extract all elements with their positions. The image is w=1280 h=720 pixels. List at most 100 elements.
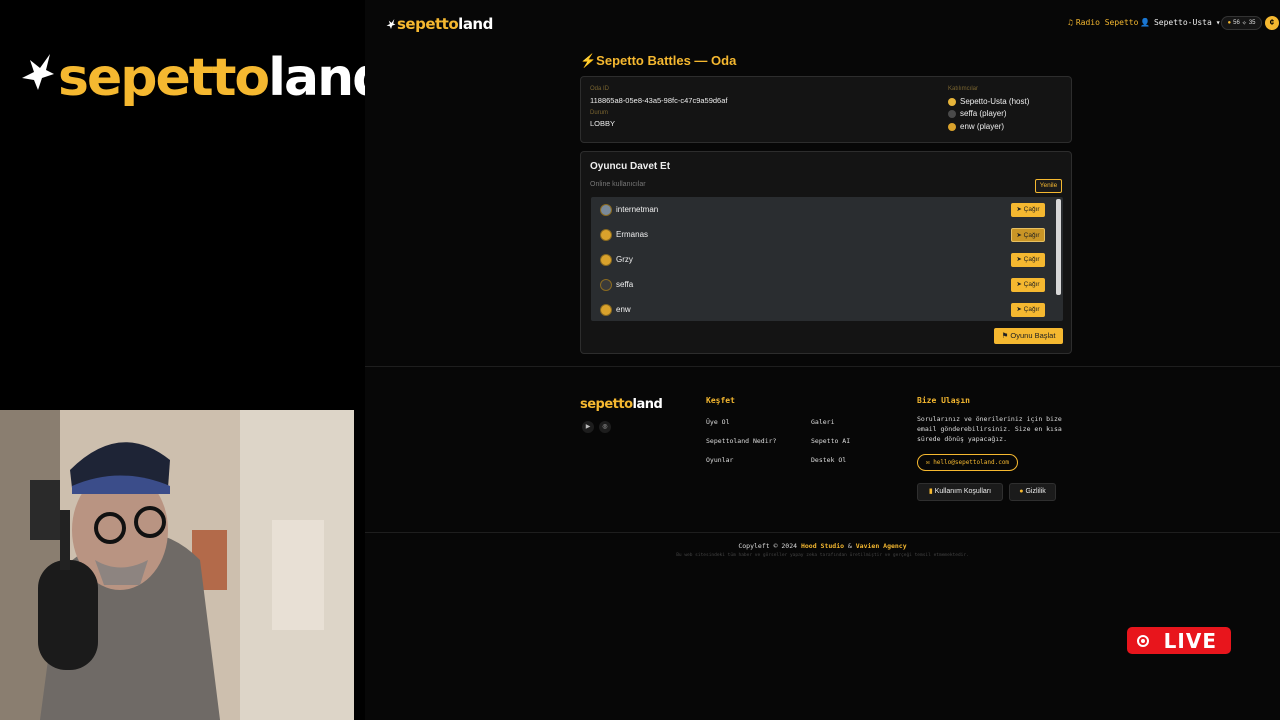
footer-logo[interactable]: sepettoland bbox=[580, 397, 663, 412]
footer-logo-yellow: sepetto bbox=[580, 397, 633, 412]
footer-link-support[interactable]: Destek Ol bbox=[811, 456, 846, 464]
privacy-button[interactable]: ● Gizlilik bbox=[1009, 483, 1056, 501]
room-id-label: Oda ID bbox=[590, 86, 610, 92]
radio-link[interactable]: ♫ Radio Sepetto bbox=[1068, 18, 1138, 27]
email-link[interactable]: ✉ hello@sepettoland.com bbox=[917, 454, 1018, 471]
invite-button-label: Çağır bbox=[1023, 206, 1040, 213]
live-label: LIVE bbox=[1163, 628, 1217, 653]
list-item: Ermanas ➤ Çağır bbox=[591, 222, 1055, 247]
invite-button-label: Çağır bbox=[1023, 281, 1040, 288]
star-icon: ✧ bbox=[1241, 20, 1247, 27]
participant-item: enw (player) bbox=[948, 122, 1004, 131]
avatar bbox=[600, 204, 612, 216]
record-icon bbox=[1137, 635, 1149, 647]
star-count: 35 bbox=[1248, 20, 1256, 26]
document-icon: ▮ bbox=[928, 488, 933, 495]
invite-button[interactable]: ➤ Çağır bbox=[1011, 253, 1045, 267]
top-navbar: sepetto land ♫ Radio Sepetto 👤 Sepetto-Us… bbox=[365, 0, 1280, 46]
bird-logo-icon bbox=[22, 54, 54, 90]
invite-button-label: Çağır bbox=[1023, 306, 1040, 313]
coin-icon: ● bbox=[1227, 20, 1232, 26]
chevron-down-icon: ▾ bbox=[1215, 18, 1221, 27]
privacy-label: Gizlilik bbox=[1025, 488, 1046, 495]
live-badge: LIVE bbox=[1127, 627, 1231, 654]
start-game-button[interactable]: ⚑ Oyunu Başlat bbox=[994, 328, 1063, 344]
invite-button[interactable]: ➤ Çağır bbox=[1011, 303, 1045, 317]
list-item: internetman ➤ Çağır bbox=[591, 197, 1055, 222]
footer-link-games[interactable]: Oyunlar bbox=[706, 456, 733, 464]
avatar bbox=[948, 109, 956, 118]
divider bbox=[365, 366, 1280, 367]
online-users-label: Online kullanıcılar bbox=[590, 181, 646, 188]
list-item: seffa ➤ Çağır bbox=[591, 272, 1055, 297]
invite-card: Oyuncu Davet Et Online kullanıcılar Yeni… bbox=[580, 151, 1072, 354]
participant-item: Sepetto-Usta (host) bbox=[948, 97, 1029, 106]
list-item: enw ➤ Çağır bbox=[591, 297, 1055, 321]
overlay-logo: sepetto land bbox=[20, 48, 389, 108]
user-shield-icon: ● bbox=[1019, 488, 1024, 495]
list-item: Grzy ➤ Çağır bbox=[591, 247, 1055, 272]
explore-heading: Keşfet bbox=[706, 396, 735, 405]
coin-balance-badge: ● 56 ✧ 35 bbox=[1221, 16, 1262, 30]
footer-link-ai[interactable]: Sepetto AI bbox=[811, 437, 850, 445]
website-viewport: sepetto land ♫ Radio Sepetto 👤 Sepetto-Us… bbox=[365, 0, 1280, 720]
youtube-icon[interactable]: ▶ bbox=[582, 421, 594, 433]
user-menu[interactable]: 👤 Sepetto-Usta ▾ bbox=[1140, 18, 1221, 27]
user-icon: 👤 bbox=[1140, 18, 1150, 27]
avatar bbox=[600, 304, 612, 316]
footer-link-gallery[interactable]: Galeri bbox=[811, 418, 834, 426]
participants-label: Katılımcılar bbox=[948, 86, 979, 92]
wallet-icon[interactable]: ¢ bbox=[1265, 16, 1279, 30]
instagram-icon[interactable]: ◎ bbox=[599, 421, 611, 433]
nav-logo-white: land bbox=[458, 15, 493, 33]
user-name: internetman bbox=[616, 205, 659, 214]
avatar bbox=[600, 229, 612, 241]
radio-label: Radio Sepetto bbox=[1075, 18, 1139, 27]
avatar bbox=[600, 254, 612, 266]
amp: & bbox=[844, 542, 856, 550]
overlay-logo-yellow: sepetto bbox=[58, 48, 270, 108]
music-note-icon: ♫ bbox=[1068, 18, 1073, 27]
nav-logo-yellow: sepetto bbox=[397, 15, 459, 33]
invite-button[interactable]: ➤ Çağır bbox=[1011, 203, 1045, 217]
invite-title: Oyuncu Davet Et bbox=[590, 161, 671, 172]
participant-item: seffa (player) bbox=[948, 109, 1007, 118]
participant-name: seffa (player) bbox=[960, 109, 1007, 118]
room-id-value: 118865a8-05e8-43a5-98fc-c47c9a59d6af bbox=[590, 96, 728, 105]
invite-button-label: Çağır bbox=[1023, 232, 1040, 239]
nav-logo[interactable]: sepetto land bbox=[386, 15, 493, 33]
divider bbox=[365, 532, 1280, 533]
stream-left-panel: sepetto land bbox=[0, 0, 389, 720]
invite-button[interactable]: ➤ Çağır bbox=[1011, 278, 1045, 292]
footer-link-about[interactable]: Sepettoland Nedir? bbox=[706, 437, 776, 445]
email-text: hello@sepettoland.com bbox=[933, 459, 1010, 466]
disclaimer: Bu web sitesindeki tüm haber ve görselle… bbox=[676, 553, 969, 558]
room-info-card: Oda ID 118865a8-05e8-43a5-98fc-c47c9a59d… bbox=[580, 76, 1072, 143]
copyright-prefix: Copyleft © 2024 bbox=[738, 542, 801, 550]
participant-name: Sepetto-Usta (host) bbox=[960, 97, 1030, 106]
user-name: enw bbox=[616, 305, 631, 314]
studio-link[interactable]: Hood Studio bbox=[801, 542, 844, 550]
terms-button[interactable]: ▮ Kullanım Koşulları bbox=[917, 483, 1003, 501]
copyright: Copyleft © 2024 Hood Studio & Vavien Age… bbox=[365, 542, 1280, 550]
user-name: Grzy bbox=[616, 255, 633, 264]
contact-text: Sorularınız ve önerileriniz için bize em… bbox=[917, 415, 1062, 443]
user-name: seffa bbox=[616, 280, 634, 289]
user-name: Sepetto-Usta bbox=[1153, 18, 1212, 27]
refresh-button[interactable]: Yenile bbox=[1035, 179, 1062, 193]
invite-button[interactable]: ➤ Çağır bbox=[1011, 228, 1045, 242]
user-name: Ermanas bbox=[616, 230, 649, 239]
participant-name: enw (player) bbox=[960, 122, 1005, 131]
status-value: LOBBY bbox=[590, 119, 616, 128]
bird-logo-icon bbox=[386, 19, 396, 29]
invite-button-label: Çağır bbox=[1023, 256, 1040, 263]
online-users-list[interactable]: internetman ➤ Çağır Ermanas ➤ Çağır Grzy… bbox=[591, 197, 1063, 321]
start-game-label: Oyunu Başlat bbox=[1010, 331, 1056, 340]
coin-count: 56 bbox=[1233, 20, 1240, 26]
avatar bbox=[600, 279, 612, 291]
scrollbar-thumb[interactable] bbox=[1056, 199, 1061, 295]
footer-link-signup[interactable]: Üye Ol bbox=[706, 418, 729, 426]
agency-link[interactable]: Vavien Agency bbox=[856, 542, 907, 550]
avatar bbox=[948, 97, 956, 106]
avatar bbox=[948, 122, 956, 131]
